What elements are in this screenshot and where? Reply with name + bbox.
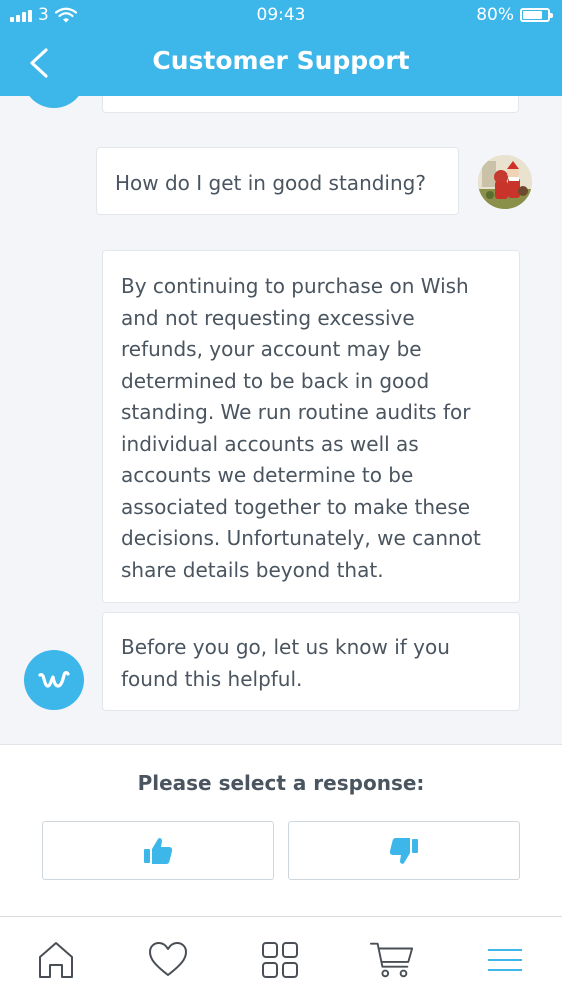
tab-home[interactable] (33, 937, 79, 983)
thumbs-down-button[interactable] (288, 821, 520, 880)
chat-thread[interactable]: How do I get in good standing? By contin… (0, 96, 562, 744)
user-message-bubble: How do I get in good standing? (96, 147, 459, 215)
user-photo-icon (478, 155, 532, 209)
wish-logo-icon (38, 671, 70, 688)
thumbs-up-button[interactable] (42, 821, 274, 880)
tab-wishlist[interactable] (145, 937, 191, 983)
response-panel: Please select a response: (0, 744, 562, 916)
user-message-text: How do I get in good standing? (115, 171, 426, 195)
thumbs-down-icon (389, 837, 418, 864)
page-title: Customer Support (152, 46, 410, 75)
battery-percent: 80% (476, 5, 514, 25)
status-right: 80% (476, 5, 553, 25)
grid-icon (262, 942, 298, 978)
thumbs-up-icon (144, 837, 173, 864)
bottom-tab-bar (0, 916, 562, 1000)
tab-categories[interactable] (257, 937, 303, 983)
support-reply-text: By continuing to purchase on Wish and no… (121, 274, 481, 582)
wish-avatar-icon (24, 650, 84, 710)
support-followup-bubble: Before you go, let us know if you found … (102, 612, 520, 711)
wish-avatar-icon (24, 96, 84, 108)
status-bar: 3 09:43 80% (0, 0, 562, 30)
tab-menu[interactable] (482, 937, 528, 983)
support-reply-bubble: By continuing to purchase on Wish and no… (102, 250, 520, 603)
support-followup-text: Before you go, let us know if you found … (121, 635, 450, 691)
response-prompt: Please select a response: (137, 771, 425, 795)
menu-icon (488, 949, 522, 971)
home-icon (39, 942, 73, 978)
app-header: Customer Support (0, 30, 562, 96)
tab-cart[interactable] (369, 937, 415, 983)
previous-message-bubble (102, 96, 519, 113)
battery-icon (520, 8, 553, 22)
user-avatar (478, 155, 532, 209)
heart-icon (149, 942, 187, 976)
cart-icon (369, 942, 414, 978)
